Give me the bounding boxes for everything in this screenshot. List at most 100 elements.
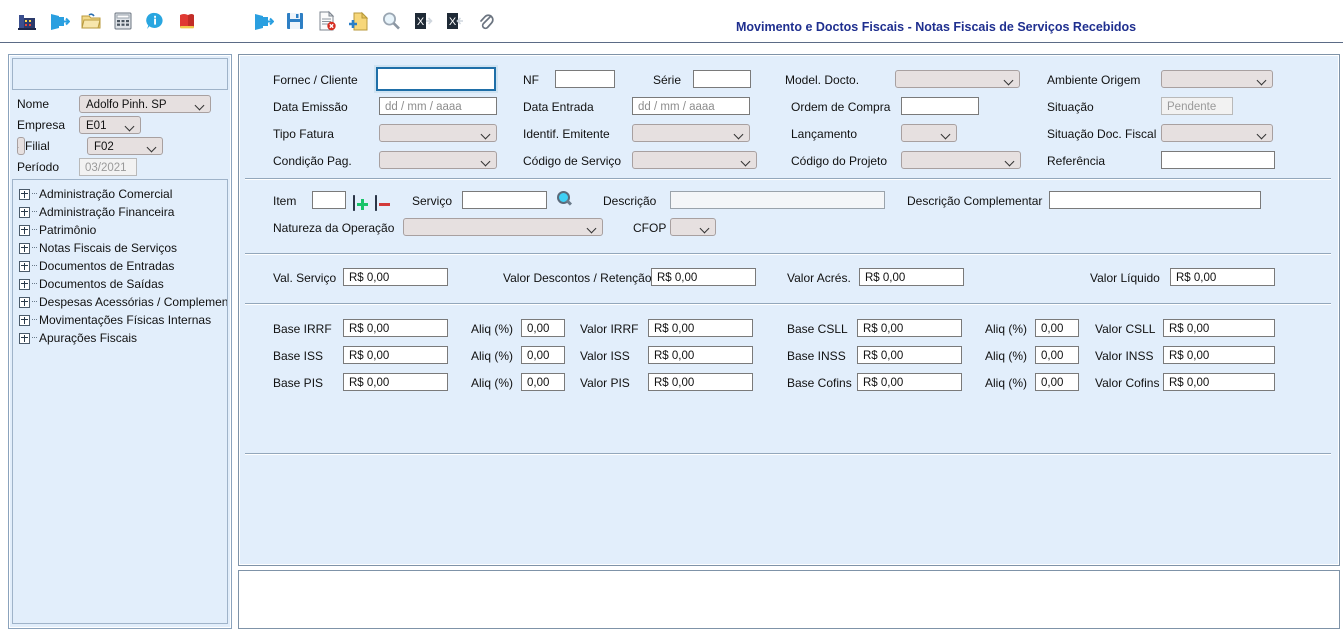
label-item: Item	[273, 194, 297, 208]
valor-cofins-input[interactable]: R$ 0,00	[1163, 373, 1275, 391]
tree-item-label: Administração Comercial	[39, 187, 173, 201]
data-entrada-input[interactable]: dd / mm / aaaa	[632, 97, 750, 115]
base-iss-input[interactable]: R$ 0,00	[343, 346, 448, 364]
descricao-input[interactable]	[670, 191, 885, 209]
aliq-pis-input[interactable]: 0,00	[521, 373, 565, 391]
excel-export-icon[interactable]: X	[412, 10, 434, 32]
label-filial: Filial	[25, 138, 50, 153]
expand-plus-icon[interactable]	[19, 206, 30, 218]
situacao-input[interactable]: Pendente	[1161, 97, 1233, 115]
search-magnifier-icon[interactable]	[380, 10, 402, 32]
label-serie: Série	[653, 73, 682, 87]
tree-item-notas-fiscais-de-servicos[interactable]: Notas Fiscais de Serviços	[13, 239, 227, 257]
main-form-panel: Fornec / Cliente NF Série Model. Docto. …	[238, 54, 1340, 566]
identif-emitente-select[interactable]	[632, 124, 750, 142]
label-ordem-de-compra: Ordem de Compra	[791, 100, 891, 114]
servico-search-icon[interactable]	[557, 191, 573, 207]
tree-item-despesas-acessorias[interactable]: Despesas Acessórias / Complementares	[13, 293, 227, 311]
expand-plus-icon[interactable]	[19, 278, 30, 290]
save-floppy-icon[interactable]	[284, 10, 306, 32]
valor-descontos-input[interactable]: R$ 0,00	[651, 268, 756, 286]
cfop-select[interactable]	[670, 218, 716, 236]
ambiente-origem-select[interactable]	[1161, 70, 1273, 88]
label-lancamento: Lançamento	[791, 127, 858, 141]
filial-select[interactable]: F02	[87, 136, 163, 155]
base-pis-input[interactable]: R$ 0,00	[343, 373, 448, 391]
tree-item-documentos-de-entradas[interactable]: Documentos de Entradas	[13, 257, 227, 275]
open-folder-icon[interactable]	[80, 10, 102, 32]
new-document-icon[interactable]	[348, 10, 370, 32]
base-inss-input[interactable]: R$ 0,00	[857, 346, 962, 364]
condicao-pag-select[interactable]	[379, 151, 497, 169]
tree-item-label: Administração Financeira	[39, 205, 175, 219]
valor-pis-input[interactable]: R$ 0,00	[648, 373, 753, 391]
model-docto-select[interactable]	[895, 70, 1020, 88]
label-base-inss: Base INSS	[787, 349, 846, 363]
serie-input[interactable]	[693, 70, 751, 88]
empresa-select[interactable]: E01	[79, 115, 141, 134]
calculator-icon[interactable]	[112, 10, 134, 32]
valor-acres-input[interactable]: R$ 0,00	[859, 268, 964, 286]
expand-plus-icon[interactable]	[19, 314, 30, 326]
remove-item-button[interactable]	[375, 195, 377, 211]
base-cofins-input[interactable]: R$ 0,00	[857, 373, 962, 391]
info-icon[interactable]	[144, 10, 166, 32]
delete-document-icon[interactable]	[316, 10, 338, 32]
exit-door-icon[interactable]	[48, 10, 71, 32]
base-irrf-input[interactable]: R$ 0,00	[343, 319, 448, 337]
lancamento-input[interactable]	[901, 124, 957, 142]
sidebar-field-empresa: Empresa E01	[9, 114, 231, 135]
data-emissao-input[interactable]: dd / mm / aaaa	[379, 97, 497, 115]
tax-section: Base IRRF R$ 0,00 Aliq (%) 0,00 Valor IR…	[245, 308, 1331, 450]
ordem-de-compra-input[interactable]	[901, 97, 979, 115]
tree-item-administracao-financeira[interactable]: Administração Financeira	[13, 203, 227, 221]
valor-iss-input[interactable]: R$ 0,00	[648, 346, 753, 364]
expand-plus-icon[interactable]	[19, 296, 30, 308]
aliq-cofins-input[interactable]: 0,00	[1035, 373, 1079, 391]
item-input[interactable]	[312, 191, 346, 209]
servico-input[interactable]	[462, 191, 547, 209]
base-csll-input[interactable]: R$ 0,00	[857, 319, 962, 337]
codigo-do-projeto-select[interactable]	[901, 151, 1021, 169]
factory-icon[interactable]	[16, 10, 38, 32]
label-nf: NF	[523, 73, 539, 87]
referencia-input[interactable]	[1161, 151, 1275, 169]
tree-item-administracao-comercial[interactable]: Administração Comercial	[13, 185, 227, 203]
natureza-da-operacao-select[interactable]	[403, 218, 603, 236]
valor-irrf-input[interactable]: R$ 0,00	[648, 319, 753, 337]
tree-item-patrimonio[interactable]: Patrimônio	[13, 221, 227, 239]
periodo-input[interactable]: 03/2021	[79, 157, 137, 176]
expand-plus-icon[interactable]	[19, 260, 30, 272]
exit-door-icon[interactable]	[252, 10, 275, 32]
aliq-irrf-input[interactable]: 0,00	[521, 319, 565, 337]
codigo-de-servico-select[interactable]	[632, 151, 757, 169]
label-referencia: Referência	[1047, 154, 1106, 168]
excel-import-icon[interactable]: X	[444, 10, 466, 32]
aliq-csll-input[interactable]: 0,00	[1035, 319, 1079, 337]
tree-item-documentos-de-saidas[interactable]: Documentos de Saídas	[13, 275, 227, 293]
item-service-section: Item Serviço Descrição Descrição Complem…	[245, 183, 1331, 243]
book-icon[interactable]	[176, 10, 198, 32]
valor-inss-input[interactable]: R$ 0,00	[1163, 346, 1275, 364]
add-item-button[interactable]	[353, 195, 355, 211]
aliq-iss-input[interactable]: 0,00	[521, 346, 565, 364]
nf-input[interactable]	[555, 70, 615, 88]
fornec-cliente-input[interactable]	[376, 67, 496, 91]
valor-liquido-input[interactable]: R$ 0,00	[1170, 268, 1275, 286]
tipo-fatura-select[interactable]	[379, 124, 497, 142]
expand-plus-icon[interactable]	[19, 332, 30, 344]
expand-plus-icon[interactable]	[19, 224, 30, 236]
nome-select[interactable]: Adolfo Pinh. SP	[79, 94, 211, 113]
situacao-doc-fiscal-select[interactable]	[1161, 124, 1273, 142]
expand-plus-icon[interactable]	[19, 242, 30, 254]
tree-item-label: Patrimônio	[39, 223, 97, 237]
val-servico-input[interactable]: R$ 0,00	[343, 268, 448, 286]
valor-csll-input[interactable]: R$ 0,00	[1163, 319, 1275, 337]
tree-item-apuracoes-fiscais[interactable]: Apurações Fiscais	[13, 329, 227, 347]
descricao-complementar-input[interactable]	[1049, 191, 1261, 209]
expand-plus-icon[interactable]	[19, 188, 30, 200]
aliq-inss-input[interactable]: 0,00	[1035, 346, 1079, 364]
tree-item-movimentacoes-fisicas-internas[interactable]: Movimentações Físicas Internas	[13, 311, 227, 329]
attachment-clip-icon[interactable]	[476, 10, 498, 32]
label-aliq-inss: Aliq (%)	[985, 349, 1028, 363]
